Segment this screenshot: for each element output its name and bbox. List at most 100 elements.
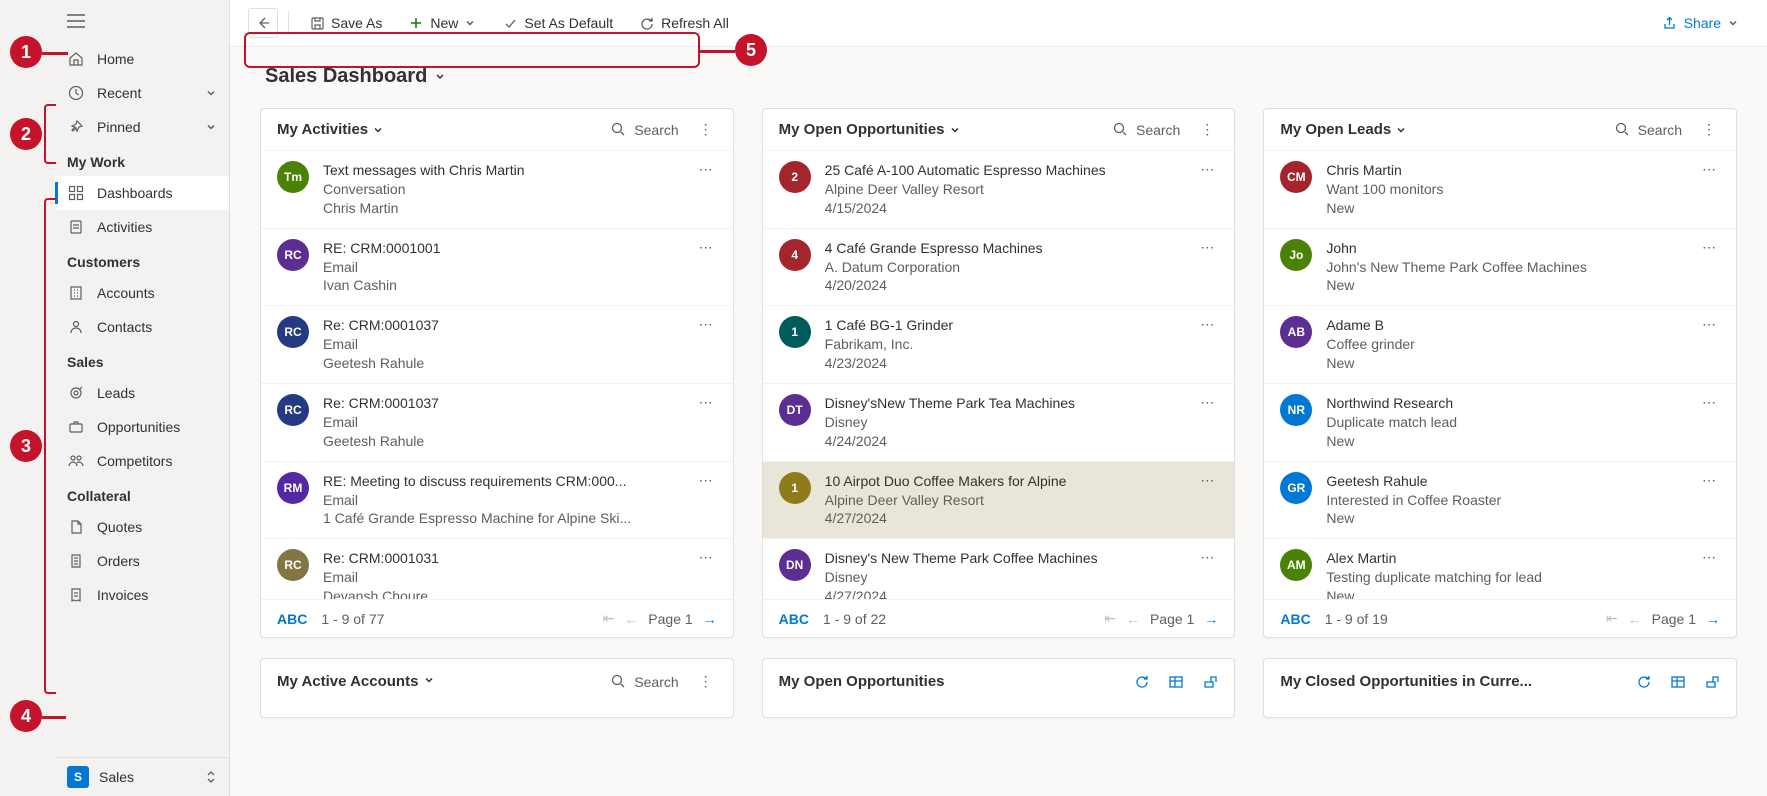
sidebar-activities[interactable]: Activities (55, 210, 229, 244)
list-item[interactable]: CMChris MartinWant 100 monitorsNew⋯ (1264, 151, 1736, 229)
item-menu[interactable]: ⋯ (695, 316, 717, 333)
item-menu[interactable]: ⋯ (1698, 161, 1720, 178)
list-item[interactable]: RCRe: CRM:0001037EmailGeetesh Rahule⋯ (261, 306, 733, 384)
item-menu[interactable]: ⋯ (695, 161, 717, 178)
item-menu[interactable]: ⋯ (1196, 549, 1218, 566)
sidebar-leads[interactable]: Leads (55, 376, 229, 410)
list-item[interactable]: RCRe: CRM:0001037EmailGeetesh Rahule⋯ (261, 384, 733, 462)
list-item[interactable]: 110 Airpot Duo Coffee Makers for AlpineA… (763, 462, 1235, 540)
sidebar-competitors[interactable]: Competitors (55, 444, 229, 478)
card-title: My Closed Opportunities in Curre... (1280, 673, 1636, 690)
first-page-icon[interactable]: ⇤ (1606, 610, 1618, 627)
card-search[interactable]: Search (1615, 122, 1682, 138)
item-subtitle: Email (323, 413, 695, 432)
item-menu[interactable]: ⋯ (695, 472, 717, 489)
abc-filter[interactable]: ABC (1280, 611, 1310, 627)
item-menu[interactable]: ⋯ (1196, 239, 1218, 256)
avatar: Tm (277, 161, 309, 193)
item-menu[interactable]: ⋯ (1698, 394, 1720, 411)
list-item[interactable]: TmText messages with Chris MartinConvers… (261, 151, 733, 229)
card-menu[interactable]: ⋮ (695, 121, 717, 138)
chevron-down-icon (1727, 17, 1739, 29)
annotation-5: 5 (735, 34, 767, 66)
sidebar: Home Recent Pinned My Work Dashboards Ac… (0, 0, 230, 796)
annotation-2: 2 (10, 118, 42, 150)
list-item[interactable]: DTDisney'sNew Theme Park Tea MachinesDis… (763, 384, 1235, 462)
list-item[interactable]: RMRE: Meeting to discuss requirements CR… (261, 462, 733, 540)
sidebar-orders[interactable]: Orders (55, 544, 229, 578)
sidebar-recent[interactable]: Recent (55, 76, 229, 110)
sidebar-invoices[interactable]: Invoices (55, 578, 229, 612)
abc-filter[interactable]: ABC (277, 611, 307, 627)
page-label: Page 1 (1150, 611, 1194, 627)
list-item[interactable]: 11 Café BG-1 GrinderFabrikam, Inc.4/23/2… (763, 306, 1235, 384)
item-menu[interactable]: ⋯ (695, 239, 717, 256)
item-menu[interactable]: ⋯ (1698, 472, 1720, 489)
item-menu[interactable]: ⋯ (1698, 316, 1720, 333)
first-page-icon[interactable]: ⇤ (1104, 610, 1116, 627)
sidebar-dashboards[interactable]: Dashboards (55, 176, 229, 210)
card-menu[interactable]: ⋮ (1698, 121, 1720, 138)
sidebar-opportunities[interactable]: Opportunities (55, 410, 229, 444)
prev-page-icon[interactable]: ← (1126, 611, 1140, 627)
item-menu[interactable]: ⋯ (1196, 161, 1218, 178)
sidebar-app-switcher[interactable]: S Sales (55, 757, 229, 796)
page-label: Page 1 (1652, 611, 1696, 627)
card-search[interactable]: Search (611, 122, 678, 138)
item-menu[interactable]: ⋯ (1196, 394, 1218, 411)
card-title[interactable]: My Open Leads (1280, 121, 1407, 138)
prev-page-icon[interactable]: ← (624, 611, 638, 627)
sidebar-pinned[interactable]: Pinned (55, 110, 229, 144)
sidebar-contacts[interactable]: Contacts (55, 310, 229, 344)
item-menu[interactable]: ⋯ (1698, 549, 1720, 566)
avatar: 1 (779, 472, 811, 504)
dashboard-icon (67, 184, 85, 202)
prev-page-icon[interactable]: ← (1628, 611, 1642, 627)
table-icon[interactable] (1670, 674, 1686, 690)
item-menu[interactable]: ⋯ (1196, 316, 1218, 333)
hamburger-icon[interactable] (55, 0, 229, 42)
card-menu[interactable]: ⋮ (695, 673, 717, 690)
refresh-icon[interactable] (1636, 674, 1652, 690)
item-menu[interactable]: ⋯ (1196, 472, 1218, 489)
sidebar-label: Pinned (97, 119, 141, 135)
card-search[interactable]: Search (1113, 122, 1180, 138)
list-item[interactable]: AMAlex MartinTesting duplicate matching … (1264, 539, 1736, 599)
item-menu[interactable]: ⋯ (695, 549, 717, 566)
item-menu[interactable]: ⋯ (1698, 239, 1720, 256)
card-title[interactable]: My Active Accounts (277, 673, 611, 690)
share-button[interactable]: Share (1652, 10, 1749, 36)
sidebar-home[interactable]: Home (55, 42, 229, 76)
list-item[interactable]: GRGeetesh RahuleInterested in Coffee Roa… (1264, 462, 1736, 540)
first-page-icon[interactable]: ⇤ (603, 610, 615, 627)
list-item[interactable]: RCRE: CRM:0001001EmailIvan Cashin⋯ (261, 229, 733, 307)
list-item[interactable]: JoJohnJohn's New Theme Park Coffee Machi… (1264, 229, 1736, 307)
expand-icon[interactable] (1704, 674, 1720, 690)
card-menu[interactable]: ⋮ (1196, 121, 1218, 138)
card-title[interactable]: My Activities (277, 121, 384, 138)
list-item[interactable]: DNDisney's New Theme Park Coffee Machine… (763, 539, 1235, 599)
expand-icon[interactable] (1202, 674, 1218, 690)
list-item[interactable]: ABAdame BCoffee grinderNew⋯ (1264, 306, 1736, 384)
sidebar-quotes[interactable]: Quotes (55, 510, 229, 544)
card-my-activities: My Activities Search ⋮ TmText messages w… (260, 108, 734, 638)
chevron-down-icon (1395, 124, 1407, 136)
annotation-3: 3 (10, 430, 42, 462)
card-title[interactable]: My Open Opportunities (779, 121, 961, 138)
table-icon[interactable] (1168, 674, 1184, 690)
sidebar-accounts[interactable]: Accounts (55, 276, 229, 310)
card-search[interactable]: Search (611, 674, 678, 690)
refresh-icon[interactable] (1134, 674, 1150, 690)
next-page-icon[interactable]: → (703, 611, 717, 627)
list-item[interactable]: 44 Café Grande Espresso MachinesA. Datum… (763, 229, 1235, 307)
list-item[interactable]: RCRe: CRM:0001031EmailDevansh Choure⋯ (261, 539, 733, 599)
next-page-icon[interactable]: → (1706, 611, 1720, 627)
list-item[interactable]: 225 Café A-100 Automatic Espresso Machin… (763, 151, 1235, 229)
card-closed-opportunities: My Closed Opportunities in Curre... (1263, 658, 1737, 718)
next-page-icon[interactable]: → (1204, 611, 1218, 627)
item-menu[interactable]: ⋯ (695, 394, 717, 411)
list-item[interactable]: NRNorthwind ResearchDuplicate match lead… (1264, 384, 1736, 462)
abc-filter[interactable]: ABC (779, 611, 809, 627)
sidebar-label: Leads (97, 385, 135, 401)
save-icon (309, 15, 325, 31)
